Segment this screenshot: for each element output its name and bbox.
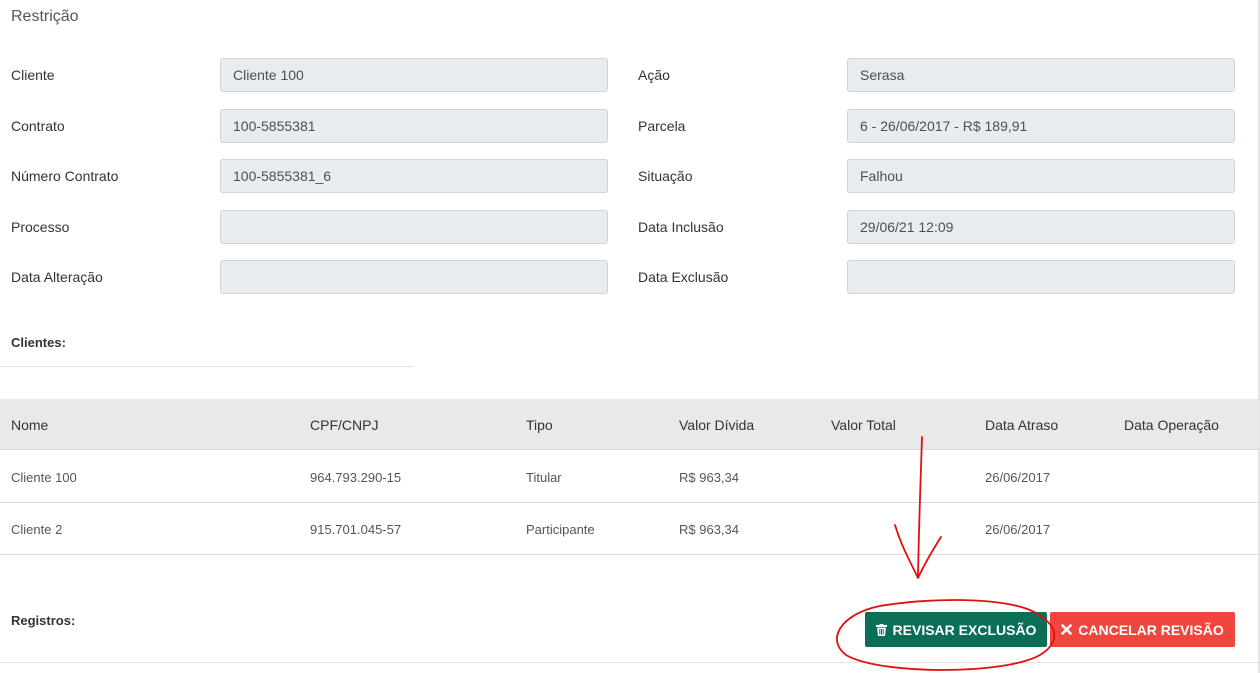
field-label-cliente: Cliente <box>11 67 55 83</box>
cell-tipo: Participante <box>526 522 595 537</box>
field-label-acao: Ação <box>638 67 670 83</box>
revisar-exclusao-label: REVISAR EXCLUSÃO <box>892 621 1037 638</box>
table-row[interactable]: Cliente 2 915.701.045-57 Participante R$… <box>0 503 1258 555</box>
field-label-contrato: Contrato <box>11 118 65 134</box>
situacao-field[interactable]: Falhou <box>847 159 1235 193</box>
data-inclusao-field[interactable]: 29/06/21 12:09 <box>847 210 1235 244</box>
cliente-field[interactable]: Cliente 100 <box>220 58 608 92</box>
field-label-data-exclusao: Data Exclusão <box>638 269 729 285</box>
trash-icon <box>875 623 887 636</box>
annotation-overlay <box>836 436 1056 671</box>
cell-cpf-cnpj: 915.701.045-57 <box>310 522 402 537</box>
cell-nome: Cliente 100 <box>11 470 77 485</box>
data-alteracao-field[interactable] <box>220 260 608 294</box>
cell-cpf-cnpj: 964.793.290-15 <box>310 470 402 485</box>
contrato-field[interactable]: 100-5855381 <box>220 109 608 143</box>
cell-tipo: Titular <box>526 470 562 485</box>
col-header-data-atraso[interactable]: Data Atraso <box>985 417 1058 433</box>
revisar-exclusao-button[interactable]: REVISAR EXCLUSÃO <box>865 612 1047 647</box>
cell-valor-divida: R$ 963,34 <box>679 470 739 485</box>
col-header-valor-divida[interactable]: Valor Dívida <box>679 417 754 433</box>
table-header: Nome CPF/CNPJ Tipo Valor Dívida Valor To… <box>0 399 1258 450</box>
data-exclusao-field[interactable] <box>847 260 1235 294</box>
col-header-cpf-cnpj[interactable]: CPF/CNPJ <box>310 417 378 433</box>
times-icon <box>1061 624 1073 635</box>
parcela-field[interactable]: 6 - 26/06/2017 - R$ 189,91 <box>847 109 1235 143</box>
field-label-data-alteracao: Data Alteração <box>11 269 103 285</box>
cancelar-revisao-button[interactable]: CANCELAR REVISÃO <box>1050 612 1235 647</box>
registros-label: Registros: <box>11 613 76 628</box>
processo-field[interactable] <box>220 210 608 244</box>
col-header-data-operacao[interactable]: Data Operação <box>1124 417 1219 433</box>
field-label-processo: Processo <box>11 219 70 235</box>
field-label-situacao: Situação <box>638 168 693 184</box>
table-row[interactable]: Cliente 100 964.793.290-15 Titular R$ 96… <box>0 451 1258 503</box>
cell-nome: Cliente 2 <box>11 522 63 537</box>
field-label-numero-contrato: Número Contrato <box>11 168 119 184</box>
cell-data-atraso: 26/06/2017 <box>985 470 1051 485</box>
field-label-parcela: Parcela <box>638 118 686 134</box>
col-header-tipo[interactable]: Tipo <box>526 417 553 433</box>
col-header-valor-total[interactable]: Valor Total <box>831 417 896 433</box>
section-title: Restrição <box>11 8 79 25</box>
acao-field[interactable]: Serasa <box>847 58 1235 92</box>
field-label-data-inclusao: Data Inclusão <box>638 219 724 235</box>
registros-divider <box>0 662 1258 663</box>
col-header-nome[interactable]: Nome <box>11 417 48 433</box>
numero-contrato-field[interactable]: 100-5855381_6 <box>220 159 608 193</box>
cell-valor-divida: R$ 963,34 <box>679 522 739 537</box>
clientes-divider <box>0 366 414 367</box>
cancelar-revisao-label: CANCELAR REVISÃO <box>1078 621 1224 638</box>
clientes-label: Clientes: <box>11 335 66 350</box>
cell-data-atraso: 26/06/2017 <box>985 522 1051 537</box>
